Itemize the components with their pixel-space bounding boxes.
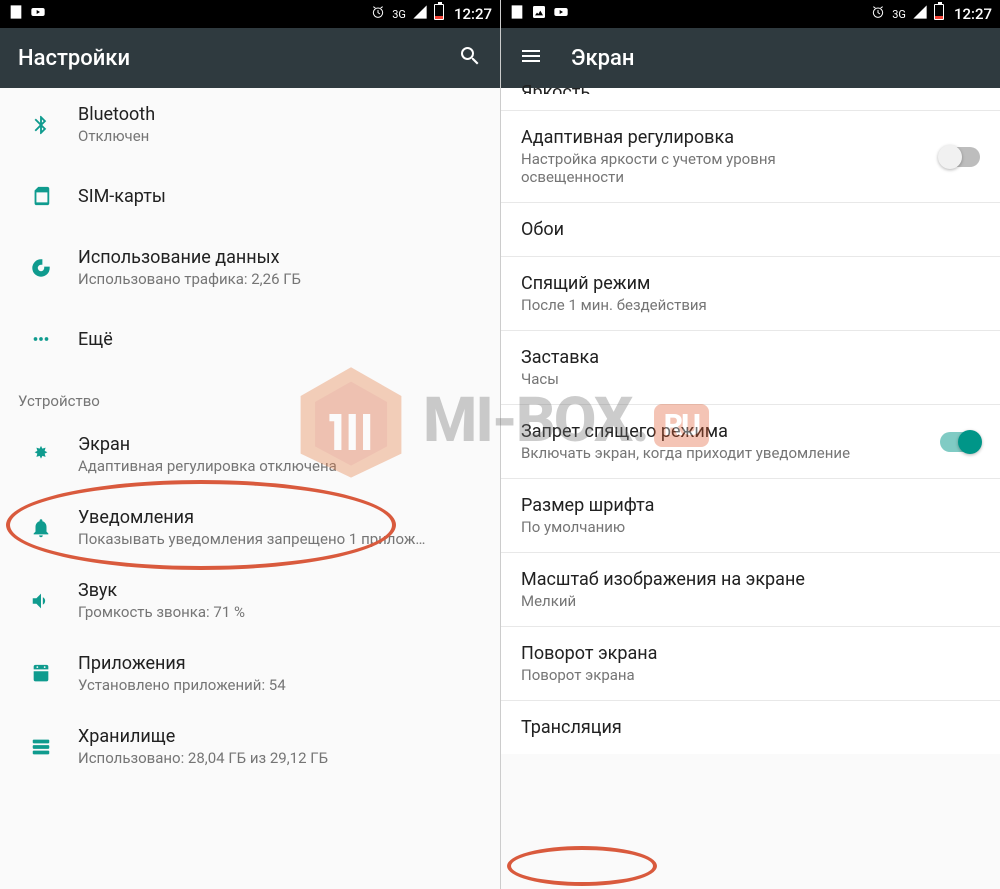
setting-sleep[interactable]: Спящий режим После 1 мин. бездействия <box>501 257 1000 331</box>
setting-label: Хранилище <box>78 726 482 747</box>
setting-label: Спящий режим <box>521 273 980 294</box>
setting-label: Bluetooth <box>78 104 482 125</box>
apps-icon <box>30 663 52 685</box>
signal-icon <box>412 4 428 24</box>
hamburger-icon <box>519 44 543 68</box>
battery-icon <box>434 4 444 24</box>
adaptive-brightness-toggle[interactable] <box>940 147 980 167</box>
bell-icon <box>30 517 52 539</box>
data-usage-icon <box>30 257 52 279</box>
setting-sublabel: Часы <box>521 370 980 388</box>
setting-label: Ещё <box>78 329 482 350</box>
setting-label: SIM-карты <box>78 186 482 207</box>
setting-sublabel: Использовано: 28,04 ГБ из 29,12 ГБ <box>78 749 482 767</box>
setting-sublabel: Показывать уведомления запрещено 1 прило… <box>78 530 482 548</box>
setting-stay-awake[interactable]: Запрет спящего режима Включать экран, ко… <box>501 405 1000 479</box>
setting-label: Поворот экрана <box>521 643 980 664</box>
image-icon <box>531 4 547 24</box>
category-device: Устройство <box>0 374 500 418</box>
menu-button[interactable] <box>519 44 543 72</box>
sim-icon <box>30 185 52 207</box>
signal-icon <box>912 4 928 24</box>
clock-text: 12:27 <box>954 5 992 23</box>
setting-sublabel: Громкость звонка: 71 % <box>78 603 482 621</box>
clock-text: 12:27 <box>454 5 492 23</box>
setting-apps[interactable]: Приложения Установлено приложений: 54 <box>0 637 500 710</box>
setting-label: Экран <box>78 434 482 455</box>
setting-font-size[interactable]: Размер шрифта По умолчанию <box>501 479 1000 553</box>
youtube-icon <box>553 4 569 24</box>
bluetooth-icon <box>30 114 52 136</box>
setting-sublabel: Мелкий <box>521 592 980 610</box>
setting-sublabel: Установлено приложений: 54 <box>78 676 482 694</box>
setting-sound[interactable]: Звук Громкость звонка: 71 % <box>0 564 500 637</box>
display-settings-list: Яркость Адаптивная регулировка Настройка… <box>501 88 1000 754</box>
setting-display-size[interactable]: Масштаб изображения на экране Мелкий <box>501 553 1000 627</box>
network-label: 3G <box>892 8 906 21</box>
setting-rotation[interactable]: Поворот экрана Поворот экрана <box>501 627 1000 701</box>
setting-label: Яркость <box>521 82 980 94</box>
search-button[interactable] <box>458 44 482 72</box>
battery-icon <box>934 4 944 24</box>
phone-display-settings: 3G 12:27 Экран Яркость Адаптивная регули… <box>500 0 1000 889</box>
storage-icon <box>30 736 52 758</box>
setting-sublabel: Адаптивная регулировка отключена <box>78 457 482 475</box>
setting-notifications[interactable]: Уведомления Показывать уведомления запре… <box>0 491 500 564</box>
search-icon <box>458 44 482 68</box>
setting-sublabel: Настройка яркости с учетом уровня освеще… <box>521 150 861 186</box>
stay-awake-toggle[interactable] <box>940 432 980 452</box>
page-title: Экран <box>571 46 634 71</box>
app-bar: Экран <box>501 28 1000 88</box>
setting-label: Использование данных <box>78 247 482 268</box>
setting-sublabel: Включать экран, когда приходит уведомлен… <box>521 444 901 462</box>
setting-sublabel: Отключен <box>78 127 482 145</box>
setting-more[interactable]: Ещё <box>0 304 500 374</box>
setting-label: Адаптивная регулировка <box>521 127 980 148</box>
setting-sublabel: По умолчанию <box>521 518 980 536</box>
setting-label: Размер шрифта <box>521 495 980 516</box>
phone-settings-main: 3G 12:27 Настройки Bluetooth Отключен <box>0 0 500 889</box>
app-bar: Настройки <box>0 28 500 88</box>
network-label: 3G <box>392 8 406 21</box>
page-title: Настройки <box>18 46 130 71</box>
setting-label: Уведомления <box>78 507 482 528</box>
setting-sublabel: После 1 мин. бездействия <box>521 296 980 314</box>
alarm-icon <box>370 4 386 24</box>
setting-label: Заставка <box>521 347 980 368</box>
setting-display[interactable]: Экран Адаптивная регулировка отключена <box>0 418 500 491</box>
setting-sublabel: Поворот экрана <box>521 666 980 684</box>
setting-adaptive-brightness[interactable]: Адаптивная регулировка Настройка яркости… <box>501 111 1000 203</box>
priority-icon <box>8 4 24 24</box>
setting-cast[interactable]: Трансляция <box>501 701 1000 754</box>
setting-bluetooth[interactable]: Bluetooth Отключен <box>0 88 500 161</box>
display-icon <box>30 444 52 466</box>
setting-label: Звук <box>78 580 482 601</box>
setting-storage[interactable]: Хранилище Использовано: 28,04 ГБ из 29,1… <box>0 710 500 783</box>
setting-label: Обои <box>521 219 980 240</box>
settings-list: Bluetooth Отключен SIM-карты Использован… <box>0 88 500 783</box>
setting-label: Запрет спящего режима <box>521 421 980 442</box>
youtube-icon <box>30 4 46 24</box>
more-icon <box>30 328 52 350</box>
setting-data-usage[interactable]: Использование данных Использовано трафик… <box>0 231 500 304</box>
setting-brightness-partial[interactable]: Яркость <box>501 88 1000 111</box>
alarm-icon <box>870 4 886 24</box>
status-bar: 3G 12:27 <box>501 0 1000 28</box>
priority-icon <box>509 4 525 24</box>
setting-wallpaper[interactable]: Обои <box>501 203 1000 257</box>
highlight-cast <box>507 846 657 886</box>
setting-screensaver[interactable]: Заставка Часы <box>501 331 1000 405</box>
status-bar: 3G 12:27 <box>0 0 500 28</box>
setting-label: Трансляция <box>521 717 980 738</box>
sound-icon <box>30 590 52 612</box>
setting-label: Приложения <box>78 653 482 674</box>
setting-label: Масштаб изображения на экране <box>521 569 980 590</box>
setting-sublabel: Использовано трафика: 2,26 ГБ <box>78 270 482 288</box>
setting-sim[interactable]: SIM-карты <box>0 161 500 231</box>
